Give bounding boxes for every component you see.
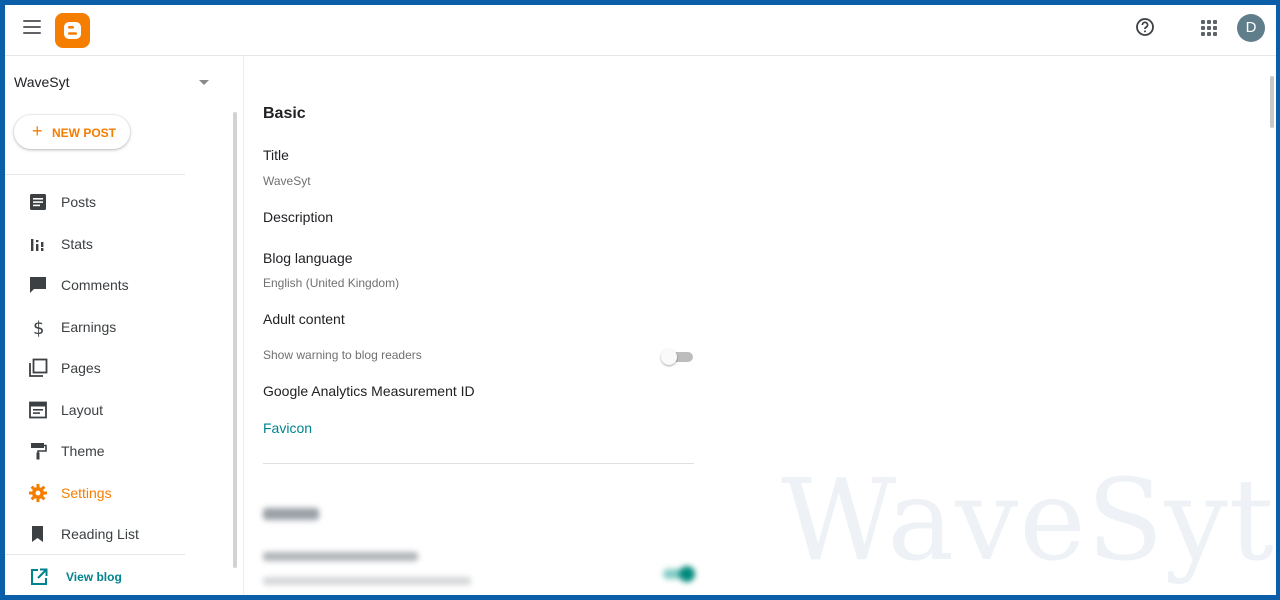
title-value: WaveSyt — [263, 174, 311, 188]
sidebar-item-label: Theme — [61, 443, 105, 459]
blogger-logo-icon[interactable] — [55, 13, 90, 48]
gear-icon — [29, 484, 47, 502]
sidebar-item-posts[interactable]: Posts — [5, 184, 185, 220]
toggle-knob — [679, 566, 695, 582]
new-post-button[interactable]: + NEW POST — [14, 115, 130, 149]
section-divider — [263, 463, 694, 464]
sidebar-item-stats[interactable]: Stats — [5, 226, 185, 262]
sidebar-scrollbar[interactable] — [233, 112, 237, 568]
sidebar-item-label: Layout — [61, 402, 104, 418]
layout-icon — [29, 401, 47, 419]
toggle-knob — [661, 349, 677, 365]
apps-grid-icon[interactable] — [1201, 20, 1217, 36]
panel-divider — [243, 56, 244, 595]
sidebar-item-comments[interactable]: Comments — [5, 267, 185, 303]
avatar[interactable]: D — [1237, 14, 1265, 42]
blog-selector[interactable]: WaveSyt — [14, 74, 209, 96]
svg-text:$: $ — [33, 318, 44, 337]
sidebar-divider — [5, 174, 185, 175]
title-setting[interactable]: Title — [263, 147, 289, 163]
help-icon[interactable] — [1135, 17, 1155, 37]
paint-roller-icon — [31, 443, 47, 460]
new-post-label: NEW POST — [52, 126, 117, 140]
adult-content-heading: Adult content — [263, 311, 345, 327]
bookmark-icon — [32, 526, 43, 542]
sidebar-item-label: Pages — [61, 360, 101, 376]
sidebar-item-label: Comments — [61, 277, 129, 293]
view-blog-link[interactable]: View blog — [5, 562, 185, 592]
blurred-value — [263, 577, 471, 585]
window-frame: D WaveSyt + NEW POST Posts Stats Comment… — [0, 0, 1280, 600]
plus-icon: + — [32, 121, 43, 141]
blurred-heading — [263, 508, 319, 520]
section-title-basic: Basic — [263, 105, 306, 122]
comments-icon — [30, 277, 46, 293]
sidebar-item-theme[interactable]: Theme — [5, 433, 185, 469]
view-blog-label: View blog — [66, 570, 122, 584]
sidebar-item-label: Settings — [61, 485, 112, 501]
sidebar-item-label: Posts — [61, 194, 97, 210]
adult-content-toggle[interactable] — [661, 349, 695, 365]
blurred-toggle — [661, 566, 695, 582]
posts-icon — [30, 194, 46, 210]
blog-language-value: English (United Kingdom) — [263, 276, 400, 290]
blog-name: WaveSyt — [14, 74, 70, 90]
open-in-new-icon — [31, 568, 48, 585]
description-setting[interactable]: Description — [263, 209, 333, 225]
adult-content-toggle-label: Show warning to blog readers — [263, 348, 422, 362]
blog-language-setting[interactable]: Blog language — [263, 250, 353, 266]
sidebar-item-label: Reading List — [61, 526, 139, 542]
sidebar-item-settings[interactable]: Settings — [5, 475, 185, 511]
sidebar: WaveSyt + NEW POST Posts Stats Comments … — [5, 56, 243, 595]
menu-icon[interactable] — [23, 20, 41, 34]
dollar-icon: $ — [33, 318, 44, 337]
analytics-id-setting[interactable]: Google Analytics Measurement ID — [263, 383, 475, 399]
sidebar-item-layout[interactable]: Layout — [5, 392, 185, 428]
favicon-setting[interactable]: Favicon — [263, 420, 312, 436]
settings-panel: WaveSyt Basic Title WaveSyt Description … — [243, 56, 1276, 595]
sidebar-item-label: Earnings — [61, 319, 117, 335]
watermark: WaveSyt — [781, 456, 1275, 586]
sidebar-item-pages[interactable]: Pages — [5, 350, 185, 386]
sidebar-divider — [5, 554, 185, 555]
stats-icon — [31, 239, 44, 251]
top-app-bar: D — [5, 5, 1276, 56]
pages-icon — [29, 358, 48, 377]
sidebar-item-reading-list[interactable]: Reading List — [5, 516, 185, 552]
blurred-label — [263, 552, 418, 561]
sidebar-item-label: Stats — [61, 236, 93, 252]
main-scrollbar[interactable] — [1270, 76, 1274, 128]
sidebar-item-earnings[interactable]: $ Earnings — [5, 309, 185, 345]
caret-down-icon — [199, 80, 209, 85]
